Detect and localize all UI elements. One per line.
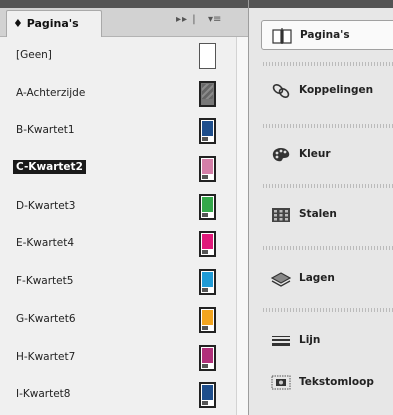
dock-button-text-wrap[interactable]: Tekstomloop	[259, 368, 393, 398]
dock-label: Lijn	[299, 334, 321, 346]
divider	[263, 184, 393, 188]
dock-title-bar[interactable]	[249, 0, 393, 8]
dock-button-layers[interactable]: Lagen	[259, 264, 393, 294]
master-thumbnail[interactable]	[199, 269, 216, 296]
dock-label: Pagina's	[300, 29, 350, 41]
layers-icon	[271, 272, 291, 287]
panel-menu-icon[interactable]: ▾≡	[208, 14, 221, 25]
panel-dock: Pagina's Koppelingen Kleur Stalen Lagen …	[248, 0, 393, 415]
master-name: F-Kwartet5	[16, 275, 74, 288]
master-name-selected: C-Kwartet2	[13, 160, 86, 175]
dock-label: Lagen	[299, 272, 335, 284]
divider	[263, 62, 393, 66]
pages-icon	[272, 28, 292, 44]
dock-button-links[interactable]: Koppelingen	[259, 76, 393, 106]
master-name: A-Achterzijde	[16, 86, 86, 99]
palette-icon	[272, 148, 290, 162]
panel-title-bar[interactable]	[0, 0, 248, 8]
master-name: D-Kwartet3	[16, 199, 76, 212]
master-name: I-Kwartet8	[16, 388, 71, 401]
master-thumbnail[interactable]	[199, 306, 216, 333]
master-item-b[interactable]: B-Kwartet1	[0, 112, 236, 150]
master-thumbnail[interactable]	[199, 193, 216, 220]
tab-pages[interactable]: ♦ Pagina's	[6, 10, 102, 37]
master-thumbnail[interactable]	[199, 43, 216, 69]
dock-label: Kleur	[299, 148, 331, 160]
master-item-i[interactable]: I-Kwartet8	[0, 376, 236, 414]
master-name: H-Kwartet7	[16, 350, 76, 363]
stroke-icon	[272, 336, 290, 346]
swatches-icon	[272, 208, 290, 222]
master-name: [Geen]	[16, 49, 52, 61]
dock-label: Koppelingen	[299, 84, 374, 96]
dock-label: Tekstomloop	[299, 376, 374, 388]
divider	[263, 246, 393, 250]
text-wrap-icon	[271, 375, 291, 390]
master-name: B-Kwartet1	[16, 124, 75, 137]
master-item-c[interactable]: C-Kwartet2	[0, 150, 236, 188]
master-thumbnail[interactable]	[199, 80, 216, 107]
master-thumbnail[interactable]	[199, 118, 216, 145]
master-thumbnail[interactable]	[199, 344, 216, 371]
master-item-none[interactable]: [Geen]	[0, 37, 236, 75]
dock-button-color[interactable]: Kleur	[259, 140, 393, 170]
master-item-a[interactable]: A-Achterzijde	[0, 75, 236, 113]
master-item-d[interactable]: D-Kwartet3	[0, 188, 236, 226]
master-item-f[interactable]: F-Kwartet5	[0, 263, 236, 301]
master-thumbnail[interactable]	[199, 156, 216, 183]
master-name: E-Kwartet4	[16, 237, 75, 250]
pages-panel: ♦ Pagina's ▸▸ | ▾≡ [Geen] A-Achterzijde …	[0, 0, 248, 415]
dock-button-swatches[interactable]: Stalen	[259, 200, 393, 230]
divider	[263, 308, 393, 312]
tab-pages-label: ♦ Pagina's	[13, 17, 79, 30]
divider	[263, 124, 393, 128]
dock-button-stroke[interactable]: Lijn	[259, 326, 393, 356]
master-thumbnail[interactable]	[199, 231, 216, 258]
scrollbar[interactable]	[236, 37, 248, 415]
master-item-g[interactable]: G-Kwartet6	[0, 301, 236, 339]
pages-list: [Geen] A-Achterzijde B-Kwartet1 C-Kwarte…	[0, 37, 236, 414]
links-icon	[272, 84, 290, 98]
master-thumbnail[interactable]	[199, 382, 216, 409]
master-item-e[interactable]: E-Kwartet4	[0, 225, 236, 263]
dock-label: Stalen	[299, 208, 337, 220]
collapse-panel-icon[interactable]: ▸▸ |	[176, 14, 197, 25]
master-item-h[interactable]: H-Kwartet7	[0, 339, 236, 377]
dock-button-pages[interactable]: Pagina's	[261, 20, 393, 50]
master-name: G-Kwartet6	[16, 312, 76, 325]
